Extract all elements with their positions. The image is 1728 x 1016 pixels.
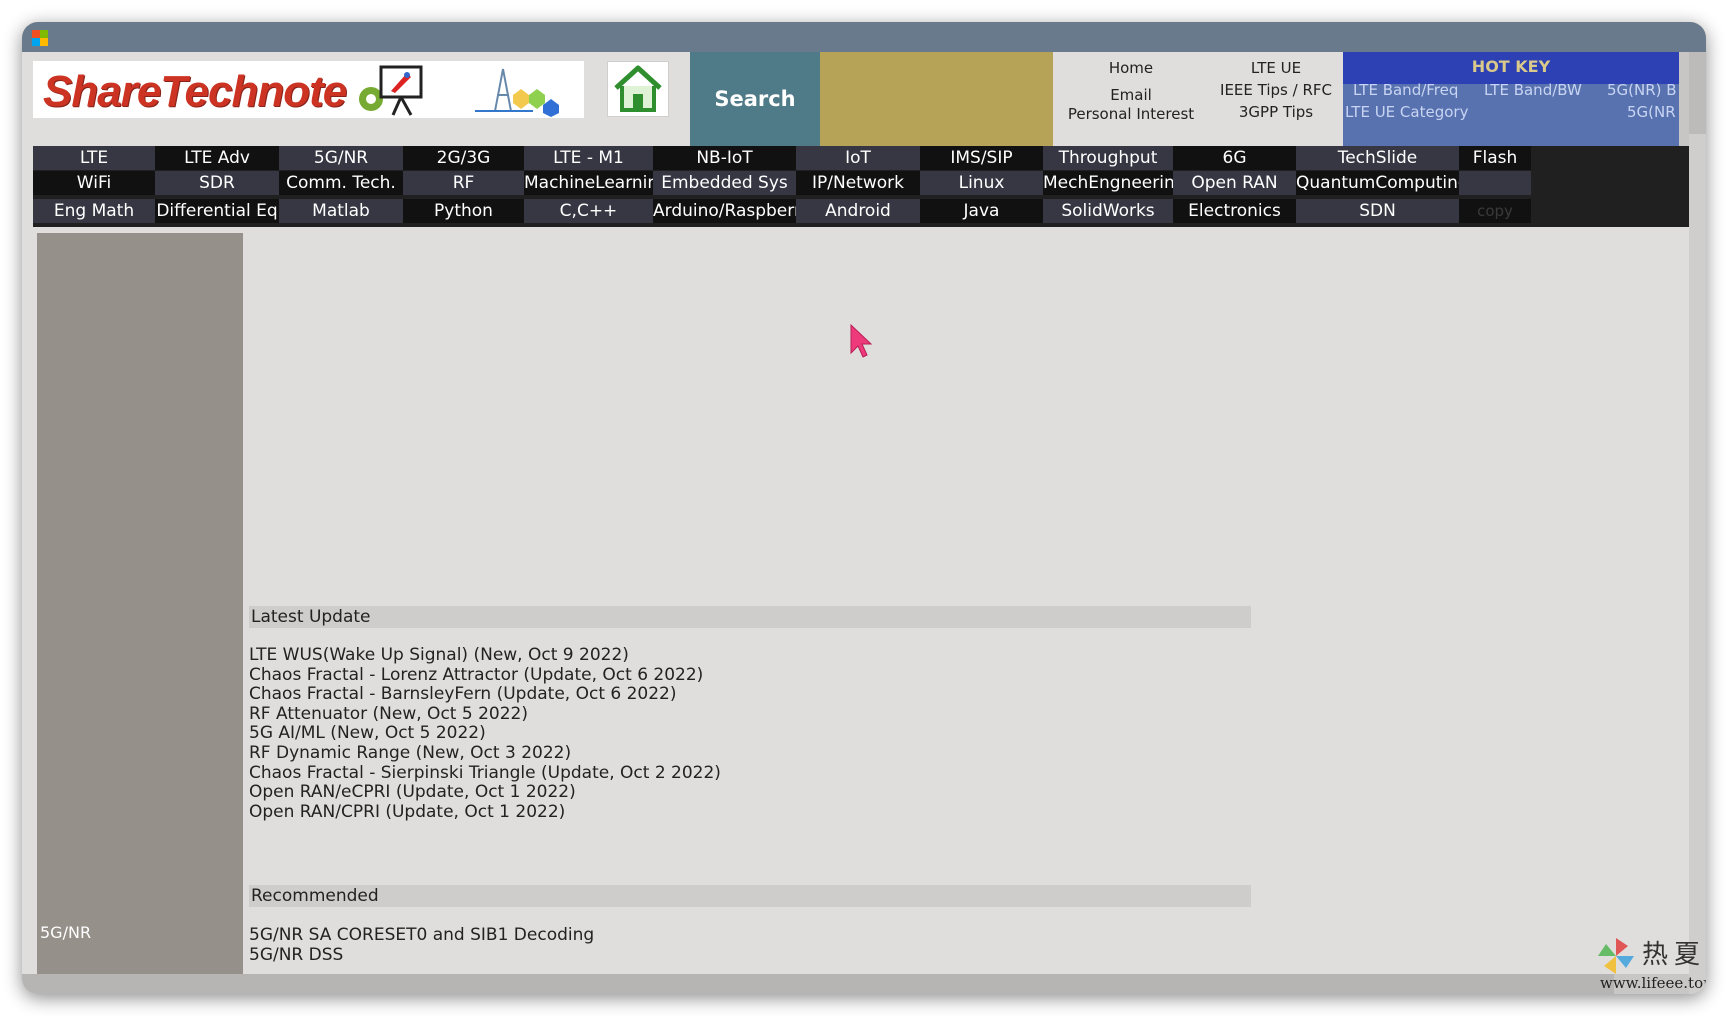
nav-item[interactable]: LTE	[33, 146, 155, 170]
list-item[interactable]: LTE WUS(Wake Up Signal) (New, Oct 9 2022…	[249, 645, 629, 665]
site-header: ShareTechnote Search Home Email Personal…	[22, 52, 1706, 146]
nav-item[interactable]: Python	[403, 199, 524, 223]
nav-item[interactable]: Linux	[920, 171, 1043, 195]
personal-interest-link[interactable]: Personal Interest	[1068, 105, 1194, 123]
logo-share: Share	[43, 67, 161, 116]
watermark-url: www.lifeee.top	[1600, 974, 1706, 992]
nav-item[interactable]: TechSlide	[1296, 146, 1459, 170]
nav-item[interactable]	[1459, 171, 1531, 195]
nav-item[interactable]: Java	[920, 199, 1043, 223]
nav-item[interactable]: SDR	[155, 171, 279, 195]
hotkey-title: HOT KEY	[1343, 52, 1679, 84]
horizontal-scrollbar-thumb[interactable]	[22, 974, 1614, 994]
search-button[interactable]: Search	[690, 52, 820, 146]
vertical-scrollbar[interactable]	[1689, 52, 1706, 994]
hotkey-panel: HOT KEY LTE Band/Freq LTE Band/BW 5G(NR)…	[1343, 52, 1706, 146]
home-link[interactable]: Home	[1109, 59, 1153, 77]
browser-window: ShareTechnote Search Home Email Personal…	[22, 22, 1706, 994]
nav-item[interactable]: Flash	[1459, 146, 1531, 170]
mouse-cursor-icon	[850, 323, 873, 358]
network-tower-icon	[475, 68, 559, 117]
left-sidebar: 5G/NR	[37, 233, 243, 994]
hotkey-5gnr[interactable]: 5G(NR	[1627, 103, 1676, 121]
presentation-rocket-icon	[359, 65, 423, 116]
nav-item[interactable]: Android	[796, 199, 920, 223]
list-item[interactable]: 5G/NR SA CORESET0 and SIB1 Decoding	[249, 925, 594, 945]
home-button[interactable]	[607, 61, 669, 117]
nav-item[interactable]: C,C++	[524, 199, 653, 223]
nav-item[interactable]: Arduino/Raspberry	[653, 199, 796, 223]
topic-navigation: LTE LTE Adv 5G/NR 2G/3G LTE - M1 NB-IoT IoT IMS…	[33, 146, 1689, 227]
list-item[interactable]: 5G/NR DSS	[249, 945, 343, 965]
hotkey-lte-ue-category[interactable]: LTE UE Category	[1345, 103, 1468, 121]
nav-item[interactable]: 2G/3G	[403, 146, 524, 170]
house-icon	[614, 65, 662, 112]
hotkey-lte-band-freq[interactable]: LTE Band/Freq	[1353, 81, 1458, 99]
search-field[interactable]	[820, 52, 1053, 146]
nav-item[interactable]: IoT	[796, 146, 920, 170]
watermark: 热夏 www.lifeee.top	[1594, 934, 1706, 994]
hotkey-5gnr-band[interactable]: 5G(NR) B	[1607, 81, 1677, 99]
nav-item[interactable]: Embedded Sys	[653, 171, 796, 195]
list-item[interactable]: Open RAN/eCPRI (Update, Oct 1 2022)	[249, 782, 576, 802]
ieee-tips-link[interactable]: IEEE Tips / RFC	[1220, 81, 1332, 99]
list-item[interactable]: Chaos Fractal - BarnsleyFern (Update, Oc…	[249, 684, 677, 704]
logo-text: ShareTechnote	[43, 67, 347, 117]
windows-logo-icon	[32, 30, 48, 46]
nav-item[interactable]: Electronics	[1173, 199, 1296, 223]
sidebar-label: 5G/NR	[40, 923, 92, 942]
nav-item[interactable]: WiFi	[33, 171, 155, 195]
quick-links: Home Email Personal Interest LTE UE IEEE…	[1053, 52, 1343, 146]
list-item[interactable]: Chaos Fractal - Sierpinski Triangle (Upd…	[249, 763, 721, 783]
list-item[interactable]: Chaos Fractal - Lorenz Attractor (Update…	[249, 665, 703, 685]
latest-update-heading: Latest Update	[249, 606, 1251, 628]
nav-item[interactable]: IMS/SIP	[920, 146, 1043, 170]
nav-item[interactable]: Open RAN	[1173, 171, 1296, 195]
nav-item[interactable]: Eng Math	[33, 199, 155, 223]
nav-item[interactable]: 6G	[1173, 146, 1296, 170]
nav-item[interactable]: Comm. Tech.	[279, 171, 403, 195]
nav-item[interactable]: SolidWorks	[1043, 199, 1173, 223]
list-item[interactable]: Open RAN/CPRI (Update, Oct 1 2022)	[249, 802, 565, 822]
nav-item[interactable]: copy	[1459, 199, 1531, 223]
nav-item[interactable]: Differential Eq	[155, 199, 279, 223]
recommended-heading: Recommended	[249, 885, 1251, 907]
list-item[interactable]: 5G AI/ML (New, Oct 5 2022)	[249, 723, 486, 743]
list-item[interactable]: RF Dynamic Range (New, Oct 3 2022)	[249, 743, 571, 763]
nav-item[interactable]: RF	[403, 171, 524, 195]
nav-item[interactable]: LTE Adv	[155, 146, 279, 170]
watermark-brand: 热夏	[1642, 940, 1706, 970]
list-item[interactable]: RF Attenuator (New, Oct 5 2022)	[249, 704, 528, 724]
lte-ue-link[interactable]: LTE UE	[1251, 59, 1301, 77]
window-titlebar	[22, 22, 1706, 52]
nav-item[interactable]: MechEngneering	[1043, 171, 1173, 195]
nav-item[interactable]: MachineLearning	[524, 171, 653, 195]
nav-item[interactable]: LTE - M1	[524, 146, 653, 170]
logo-technote: Technote	[160, 67, 347, 116]
nav-item[interactable]: Matlab	[279, 199, 403, 223]
site-logo[interactable]: ShareTechnote	[33, 61, 584, 118]
email-link[interactable]: Email	[1110, 86, 1152, 104]
nav-item[interactable]: NB-IoT	[653, 146, 796, 170]
vertical-scrollbar-thumb[interactable]	[1689, 52, 1706, 134]
nav-item[interactable]: IP/Network	[796, 171, 920, 195]
nav-item[interactable]: SDN	[1296, 199, 1459, 223]
pinwheel-icon	[1598, 938, 1634, 974]
nav-item[interactable]: QuantumComputing	[1296, 171, 1459, 195]
3gpp-tips-link[interactable]: 3GPP Tips	[1239, 103, 1313, 121]
hotkey-lte-band-bw[interactable]: LTE Band/BW	[1484, 81, 1582, 99]
nav-item[interactable]: 5G/NR	[279, 146, 403, 170]
nav-item[interactable]: Throughput	[1043, 146, 1173, 170]
